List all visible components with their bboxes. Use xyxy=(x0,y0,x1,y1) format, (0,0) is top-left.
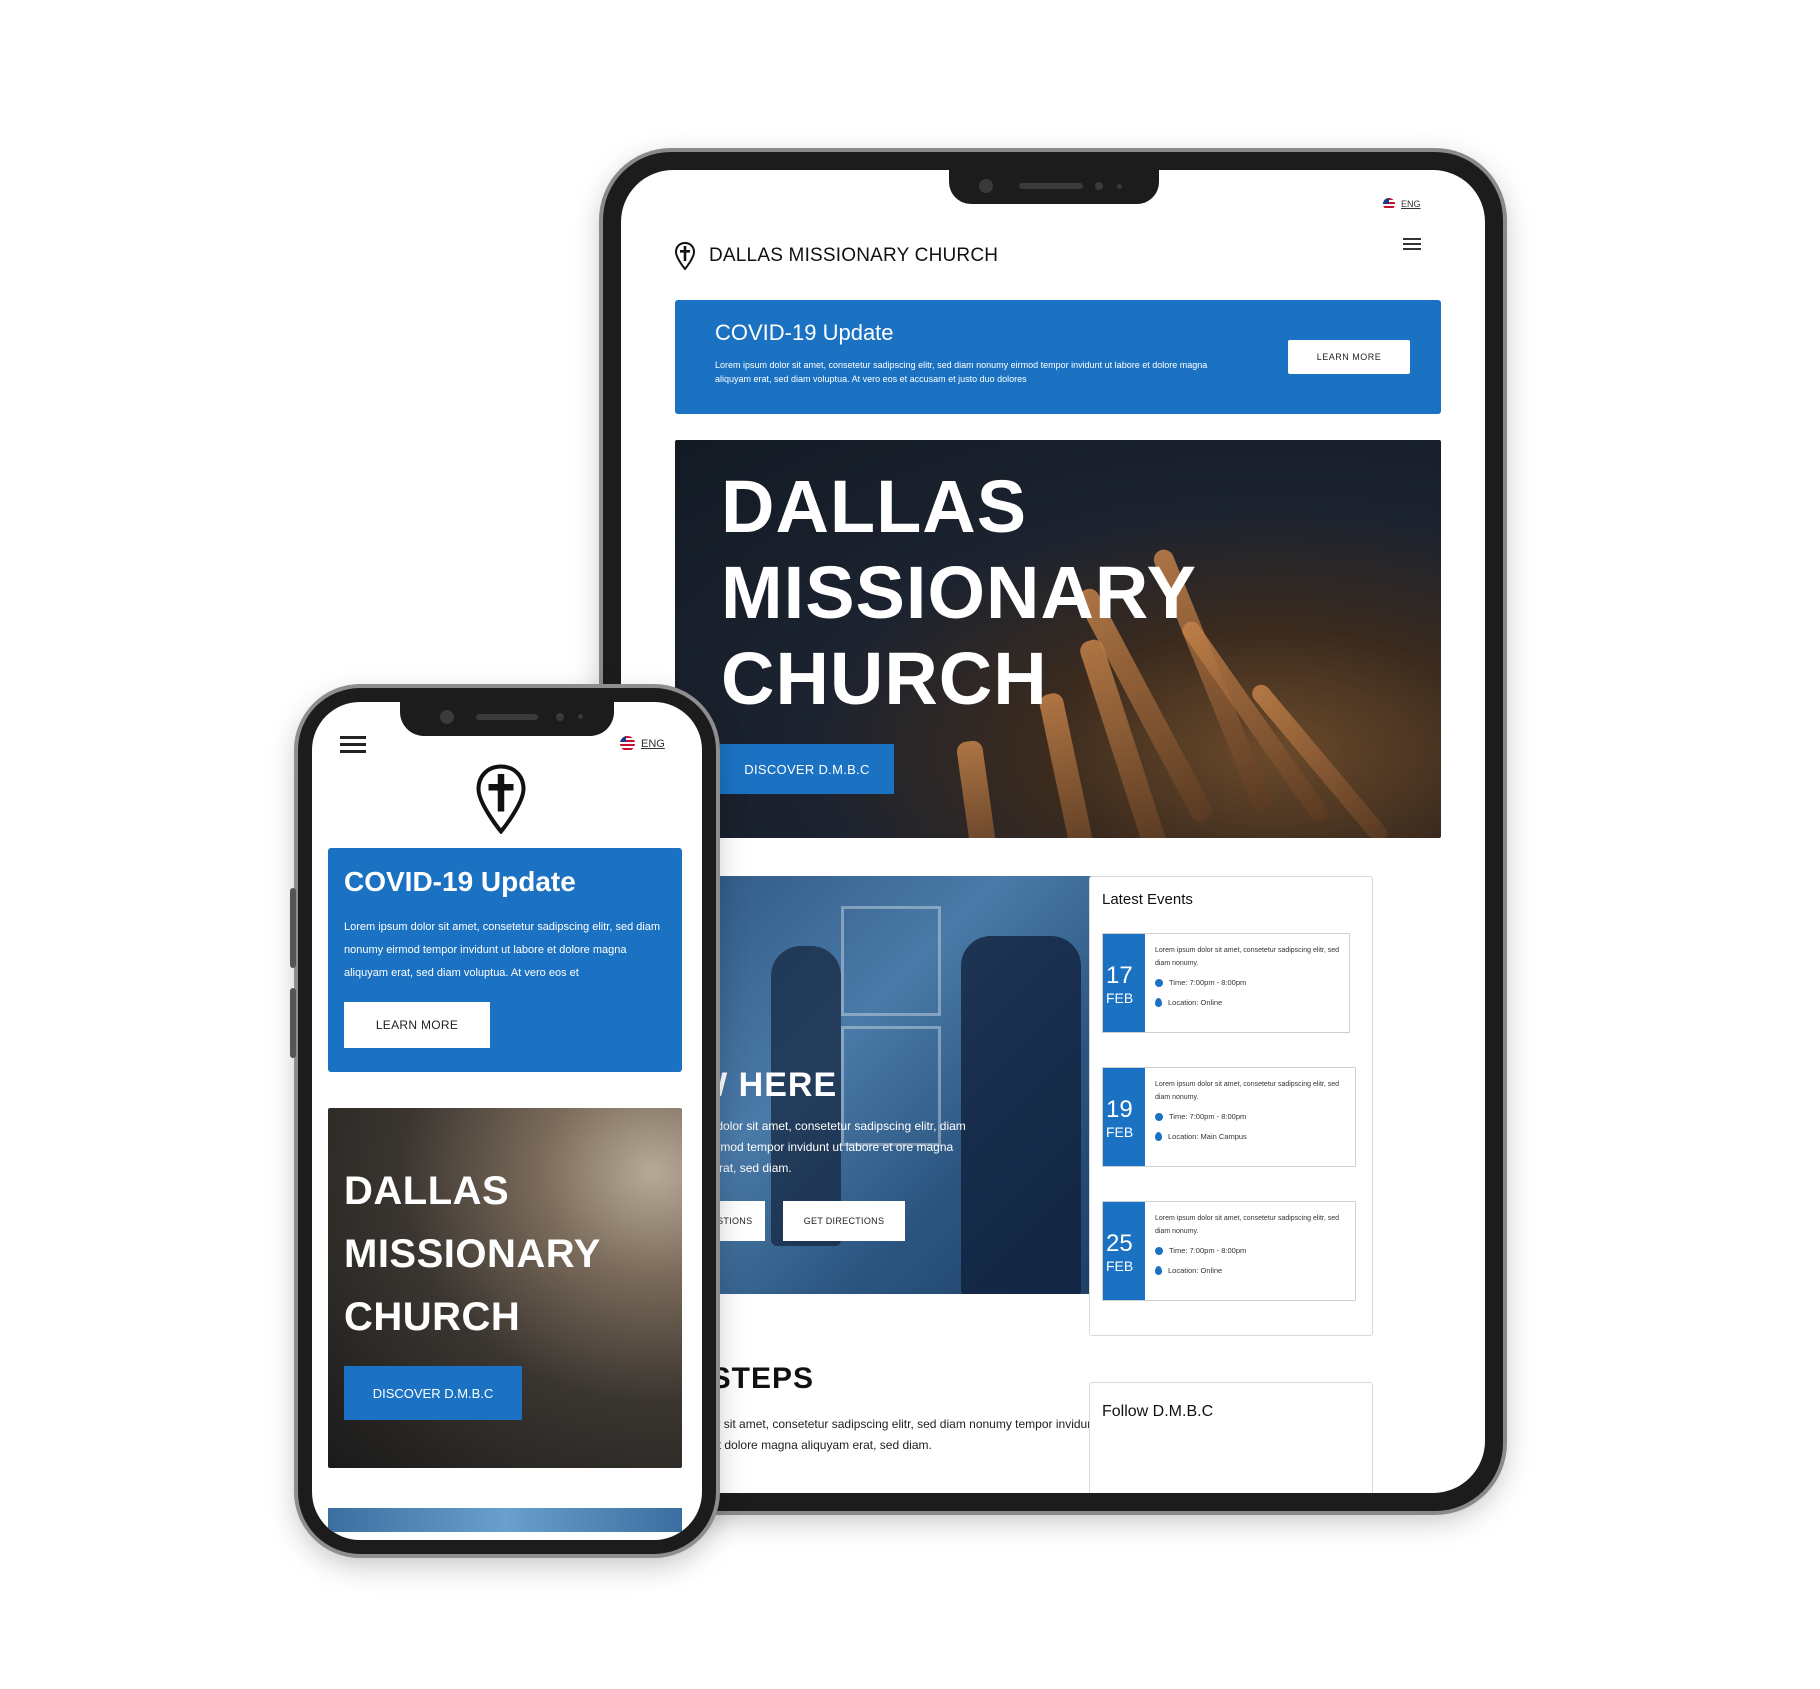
event-card[interactable]: 19 FEB Lorem ipsum dolor sit amet, conse… xyxy=(1102,1067,1356,1167)
language-label: ENG xyxy=(641,737,665,750)
language-switcher[interactable]: ENG xyxy=(1383,198,1421,210)
photo-figure xyxy=(961,936,1081,1294)
hero-title-line: CHURCH xyxy=(721,637,1048,720)
cross-pin-icon[interactable] xyxy=(476,764,526,839)
event-time: Time: 7:00pm - 8:00pm xyxy=(1155,1246,1246,1255)
speaker-grille xyxy=(1019,183,1083,189)
site-header: DALLAS MISSIONARY CHURCH xyxy=(675,242,998,270)
location-pin-icon xyxy=(1155,1266,1162,1275)
clock-icon xyxy=(1155,978,1163,987)
event-month: FEB xyxy=(1106,990,1134,1006)
tablet-notch xyxy=(949,170,1159,204)
event-time: Time: 7:00pm - 8:00pm xyxy=(1155,978,1246,987)
event-date: 25 FEB xyxy=(1103,1202,1145,1300)
location-pin-icon xyxy=(1155,1132,1162,1141)
background-window xyxy=(841,906,941,1016)
hero-photo-detail xyxy=(955,739,1001,838)
event-location: Location: Online xyxy=(1155,998,1222,1007)
phone-screen: ENG COVID-19 Update Lorem ipsum dolor si… xyxy=(312,702,702,1540)
camera-icon xyxy=(979,179,993,193)
event-card[interactable]: 25 FEB Lorem ipsum dolor sit amet, conse… xyxy=(1102,1201,1356,1301)
event-description: Lorem ipsum dolor sit amet, consetetur s… xyxy=(1155,1215,1340,1235)
hero-title-line: MISSIONARY xyxy=(721,551,1197,634)
latest-events-title: Latest Events xyxy=(1102,891,1193,908)
event-day: 17 xyxy=(1106,962,1133,989)
hamburger-icon[interactable] xyxy=(1403,238,1421,253)
event-card[interactable]: 17 FEB Lorem ipsum dolor sit amet, conse… xyxy=(1102,933,1350,1033)
event-time-text: Time: 7:00pm - 8:00pm xyxy=(1169,1112,1247,1121)
hero-title: DALLAS MISSIONARY CHURCH xyxy=(344,1160,601,1349)
event-location-text: Location: Online xyxy=(1168,998,1223,1007)
hero-title-line: DALLAS xyxy=(344,1169,510,1213)
clock-icon xyxy=(1155,1112,1163,1121)
language-switcher[interactable]: ENG xyxy=(620,736,665,751)
us-flag-icon xyxy=(620,736,635,751)
sensor-dot xyxy=(1095,182,1103,190)
event-month: FEB xyxy=(1106,1124,1134,1140)
covid-banner: COVID-19 Update Lorem ipsum dolor sit am… xyxy=(328,848,682,1072)
event-location: Location: Main Campus xyxy=(1155,1132,1247,1141)
covid-title: COVID-19 Update xyxy=(715,320,894,345)
event-date: 19 FEB xyxy=(1103,1068,1145,1166)
tablet-device: ENG DALLAS MISSIONARY CHURCH COVID-19 Up… xyxy=(603,152,1503,1511)
event-location-text: Location: Online xyxy=(1168,1266,1223,1275)
location-pin-icon xyxy=(1155,998,1162,1007)
language-label: ENG xyxy=(1401,199,1421,209)
phone-device: ENG COVID-19 Update Lorem ipsum dolor si… xyxy=(290,688,716,1554)
event-description: Lorem ipsum dolor sit amet, consetetur s… xyxy=(1155,1081,1340,1101)
hero-banner: DALLAS MISSIONARY CHURCH DISCOVER D.M.B.… xyxy=(675,440,1441,838)
get-directions-button[interactable]: GET DIRECTIONS xyxy=(783,1201,905,1241)
covid-title: COVID-19 Update xyxy=(344,866,576,897)
tablet-screen: ENG DALLAS MISSIONARY CHURCH COVID-19 Up… xyxy=(621,170,1485,1493)
site-brand-name[interactable]: DALLAS MISSIONARY CHURCH xyxy=(709,245,998,267)
hamburger-icon[interactable] xyxy=(340,736,366,757)
new-here-section: IEW HERE em ipsum dolor sit amet, conset… xyxy=(661,876,1099,1294)
hero-title-line: MISSIONARY xyxy=(344,1232,601,1276)
learn-more-button[interactable]: LEARN MORE xyxy=(344,1002,490,1048)
event-date: 17 FEB xyxy=(1103,934,1145,1032)
cross-pin-icon[interactable] xyxy=(675,242,695,270)
covid-banner: COVID-19 Update Lorem ipsum dolor sit am… xyxy=(675,300,1441,414)
event-time-text: Time: 7:00pm - 8:00pm xyxy=(1169,978,1247,987)
event-month: FEB xyxy=(1106,1258,1134,1274)
next-steps-body: psum dolor sit amet, consetetur sadipsci… xyxy=(661,1417,1098,1452)
covid-body: Lorem ipsum dolor sit amet, consetetur s… xyxy=(344,921,661,979)
sensor-dot xyxy=(1117,184,1122,189)
discover-button[interactable]: DISCOVER D.M.B.C xyxy=(720,744,894,794)
sensor-dot xyxy=(578,714,583,719)
discover-button[interactable]: DISCOVER D.M.B.C xyxy=(344,1366,522,1420)
event-time: Time: 7:00pm - 8:00pm xyxy=(1155,1112,1246,1121)
event-day: 25 xyxy=(1106,1230,1133,1257)
hero-title: DALLAS MISSIONARY CHURCH xyxy=(721,464,1197,722)
hero-title-line: DALLAS xyxy=(721,465,1028,548)
event-description: Lorem ipsum dolor sit amet, consetetur s… xyxy=(1155,947,1340,967)
volume-button xyxy=(290,888,296,968)
speaker-grille xyxy=(476,714,538,720)
clock-icon xyxy=(1155,1246,1163,1255)
hero-banner: DALLAS MISSIONARY CHURCH DISCOVER D.M.B.… xyxy=(328,1108,682,1468)
phone-notch xyxy=(400,702,614,736)
follow-title: Follow D.M.B.C xyxy=(1102,1403,1214,1420)
event-location-text: Location: Main Campus xyxy=(1168,1132,1247,1141)
us-flag-icon xyxy=(1383,198,1395,210)
event-day: 19 xyxy=(1106,1096,1133,1123)
follow-panel: Follow D.M.B.C xyxy=(1089,1382,1373,1493)
event-location: Location: Online xyxy=(1155,1266,1222,1275)
volume-button xyxy=(290,988,296,1058)
sensor-dot xyxy=(556,713,564,721)
learn-more-button[interactable]: LEARN MORE xyxy=(1288,340,1410,374)
camera-icon xyxy=(440,710,454,724)
covid-body: Lorem ipsum dolor sit amet, consetetur s… xyxy=(715,360,1208,384)
hero-title-line: CHURCH xyxy=(344,1295,521,1339)
latest-events-panel: Latest Events 17 FEB Lorem ipsum dolor s… xyxy=(1089,876,1373,1336)
event-time-text: Time: 7:00pm - 8:00pm xyxy=(1169,1246,1247,1255)
next-section-peek xyxy=(328,1508,682,1532)
